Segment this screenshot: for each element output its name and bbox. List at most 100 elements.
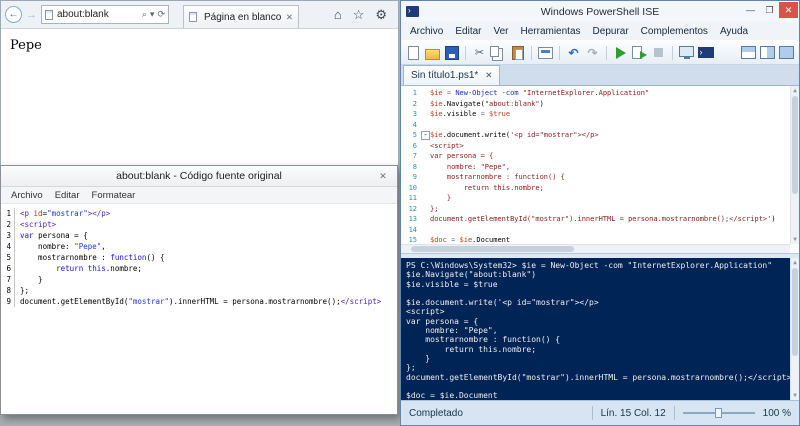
- scroll-up-icon[interactable]: ▲: [791, 259, 799, 266]
- show-script-pane-right-button[interactable]: [759, 44, 776, 61]
- scrollbar-thumb[interactable]: [792, 268, 798, 356]
- menu-depurar[interactable]: Depurar: [587, 26, 635, 37]
- new-remote-powershell-tab-button[interactable]: [678, 44, 695, 61]
- console-line: }: [406, 354, 787, 363]
- scrollbar-thumb[interactable]: [411, 246, 574, 252]
- maximize-button[interactable]: ❐: [760, 2, 779, 18]
- forward-button[interactable]: →: [26, 9, 37, 21]
- menu-editar[interactable]: Editar: [49, 190, 86, 201]
- status-bar: Completado Lín. 15 Col. 12 100 %: [401, 400, 799, 425]
- new-script-button[interactable]: [405, 44, 422, 61]
- menu-ayuda[interactable]: Ayuda: [714, 26, 754, 37]
- chevron-down-icon[interactable]: ▾: [150, 9, 155, 20]
- fold-gutter: [421, 99, 430, 110]
- fold-gutter: [421, 214, 430, 225]
- menu-editar[interactable]: Editar: [449, 26, 487, 37]
- run-selection-button[interactable]: [631, 44, 648, 61]
- menu-formatear[interactable]: Formatear: [86, 190, 142, 201]
- powershell-ise-window: › Windows PowerShell ISE — ❐ ✕ ArchivoEd…: [400, 0, 800, 426]
- toolbar-right-group: [740, 44, 795, 61]
- zoom-slider[interactable]: [683, 406, 755, 420]
- status-text: Completado: [409, 408, 463, 419]
- source-code-area[interactable]: 1<p id="mostrar"></p>2<script>3var perso…: [1, 204, 397, 414]
- save-script-button[interactable]: [443, 44, 460, 61]
- cut-button[interactable]: [471, 44, 488, 61]
- view-source-window: about:blank - Código fuente original ✕ A…: [0, 165, 398, 415]
- browser-tab[interactable]: Página en blanco ✕: [183, 5, 299, 28]
- fold-gutter: [421, 162, 430, 173]
- zoom-slider-thumb[interactable]: [715, 408, 722, 418]
- editor-line: 6<script>: [401, 141, 799, 152]
- refresh-icon[interactable]: ⟳: [157, 9, 165, 20]
- console-line: <script>: [406, 307, 787, 316]
- script-editor-pane[interactable]: 1$ie = New-Object -com "InternetExplorer…: [401, 86, 799, 254]
- open-script-button[interactable]: [424, 44, 441, 61]
- editor-line: 2$ie.Navigate("about:blank"): [401, 99, 799, 110]
- close-button[interactable]: ✕: [374, 169, 392, 183]
- editor-vertical-scrollbar[interactable]: ▲ ▼: [790, 86, 799, 244]
- source-line: 6 return this.nombre;: [1, 263, 397, 274]
- paste-button[interactable]: [509, 44, 526, 61]
- search-icon[interactable]: ⌕: [142, 9, 147, 20]
- source-line: 9document.getElementById("mostrar").inne…: [1, 296, 397, 307]
- menu-bar: ArchivoEditarVerHerramientasDepurarCompl…: [401, 22, 799, 40]
- fold-gutter: [421, 109, 430, 120]
- close-button[interactable]: ✕: [779, 2, 798, 18]
- menu-complementos[interactable]: Complementos: [635, 26, 714, 37]
- source-lines: 1<p id="mostrar"></p>2<script>3var perso…: [1, 208, 397, 307]
- console-line: document.getElementById("mostrar").inner…: [406, 373, 787, 382]
- undo-button[interactable]: [565, 44, 582, 61]
- editor-line: 7var persona = {: [401, 151, 799, 162]
- copy-button[interactable]: [490, 44, 507, 61]
- clear-console-pane-button[interactable]: [537, 44, 554, 61]
- script-tab-close-button[interactable]: ✕: [485, 70, 492, 81]
- source-line: 2<script>: [1, 219, 397, 230]
- view-source-titlebar[interactable]: about:blank - Código fuente original ✕: [1, 166, 397, 187]
- collapse-region-icon[interactable]: [421, 130, 430, 141]
- source-line: 4 nombre: "Pepe",: [1, 241, 397, 252]
- status-right-group: Lín. 15 Col. 12 100 %: [592, 406, 791, 420]
- address-bar[interactable]: about:blank ⌕ ▾ ⟳: [41, 5, 169, 24]
- toolbar-separator: [559, 46, 560, 60]
- editor-line: 13document.getElementById("mostrar").inn…: [401, 214, 799, 225]
- scroll-down-icon[interactable]: ▼: [791, 236, 799, 243]
- scroll-down-icon[interactable]: ▼: [791, 392, 799, 399]
- show-script-pane-maximized-button[interactable]: [778, 44, 795, 61]
- menu-archivo[interactable]: Archivo: [5, 190, 49, 201]
- toolbar-separator: [465, 46, 466, 60]
- minimize-button[interactable]: —: [741, 2, 760, 18]
- ise-titlebar[interactable]: › Windows PowerShell ISE — ❐ ✕: [401, 1, 799, 22]
- tab-close-button[interactable]: ✕: [286, 12, 293, 23]
- address-text: about:blank: [57, 9, 139, 20]
- console-line: $doc = $ie.Document: [406, 391, 787, 400]
- fold-gutter: [421, 183, 430, 194]
- editor-line: 11 }: [401, 193, 799, 204]
- editor-line: 3$ie.visible = $true: [401, 109, 799, 120]
- tools-gear-icon[interactable]: ⚙: [375, 7, 387, 23]
- console-line: nombre: "Pepe",: [406, 326, 787, 335]
- window-caption-buttons: — ❐ ✕: [741, 2, 798, 18]
- favorites-star-icon[interactable]: ☆: [353, 7, 365, 23]
- run-script-button[interactable]: [612, 44, 629, 61]
- menu-archivo[interactable]: Archivo: [404, 26, 449, 37]
- editor-horizontal-scrollbar[interactable]: [401, 244, 790, 253]
- console-vertical-scrollbar[interactable]: ▲ ▼: [790, 258, 799, 400]
- scroll-up-icon[interactable]: ▲: [791, 87, 799, 94]
- menu-ver[interactable]: Ver: [487, 26, 514, 37]
- start-powershell-button[interactable]: [697, 44, 714, 61]
- fold-gutter: [421, 172, 430, 183]
- fold-gutter: [421, 88, 430, 99]
- source-line: 5 mostrarnombre : function() {: [1, 252, 397, 263]
- tab-favicon-icon: [189, 12, 197, 22]
- menu-herramientas[interactable]: Herramientas: [515, 26, 587, 37]
- home-icon[interactable]: ⌂: [334, 7, 342, 23]
- editor-line: 14: [401, 225, 799, 236]
- script-tab[interactable]: Sin título1.ps1* ✕: [403, 65, 500, 85]
- redo-button[interactable]: [584, 44, 601, 61]
- console-line: return this.nombre;: [406, 345, 787, 354]
- back-button[interactable]: ←: [5, 6, 22, 23]
- stop-operation-button[interactable]: [650, 44, 667, 61]
- show-script-pane-top-button[interactable]: [740, 44, 757, 61]
- scrollbar-thumb[interactable]: [792, 96, 798, 194]
- console-pane[interactable]: PS C:\Windows\System32> $ie = New-Object…: [401, 258, 799, 400]
